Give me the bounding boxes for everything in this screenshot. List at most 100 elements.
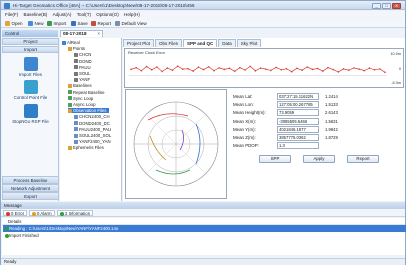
tree-item-label: Sync Loop — [73, 95, 94, 101]
satellite-track-5 — [179, 129, 184, 151]
clock-error-point — [140, 69, 143, 72]
message-row[interactable]: Reading : C:\Users\1\Desktop\New\YANF\YA… — [3, 225, 406, 232]
stopngo-rsp-file-button[interactable]: StopNGo RSP File — [2, 104, 59, 124]
tree-item[interactable]: CHCN2400_CH — [74, 114, 110, 119]
report-result-button[interactable]: Report — [347, 155, 379, 163]
spp-field-value[interactable]: 127:05:00.267785 — [277, 101, 319, 109]
process-baseline-button[interactable]: Process Baseline — [2, 176, 59, 184]
sky-plot — [133, 101, 219, 187]
information-filter-tab[interactable]: 2 Information — [57, 210, 94, 216]
tab-project-plot[interactable]: Project Plot — [123, 39, 155, 47]
tree-item[interactable]: YANF2400_YAN — [74, 139, 111, 144]
spp-field-value[interactable]: 4021846.1877 — [277, 125, 319, 133]
doc-tab[interactable]: 08-17-2018 × — [60, 30, 103, 37]
menu-help[interactable]: Help(H) — [124, 11, 140, 19]
apply-button[interactable]: Apply — [303, 155, 335, 163]
spp-field-value[interactable]: 037:27:15.11622N — [277, 93, 319, 100]
error-filter-tab[interactable]: 0 Error — [3, 210, 28, 216]
spp-field-value[interactable]: 3857775.0362 — [277, 134, 319, 141]
tree-item[interactable]: CHCN — [74, 52, 91, 57]
clock-error-plot — [129, 65, 387, 76]
menu-baseline[interactable]: Baseline(B) — [24, 11, 48, 19]
tab-obs-files[interactable]: Obs Files — [155, 39, 183, 47]
clock-error-point — [207, 66, 210, 68]
tree-item[interactable]: PAUU — [74, 65, 91, 70]
file-icon — [74, 59, 78, 64]
alarm-filter-tab[interactable]: 0 Alarm — [29, 210, 55, 216]
tree-item-label: Ephemeris Files — [73, 145, 104, 151]
tree-item-label: Repeat Baseline — [73, 89, 105, 95]
tree-item[interactable]: PAUU2400_PAU — [74, 127, 111, 132]
export-button[interactable]: Export — [2, 192, 59, 200]
file-icon — [74, 65, 78, 70]
project-button[interactable]: Project — [2, 38, 59, 45]
message-row[interactable]: Import Finished — [3, 232, 406, 239]
menu-file[interactable]: File(F) — [5, 11, 18, 19]
folder-icon — [68, 90, 72, 95]
control-point-file-button[interactable]: Control Point File — [2, 80, 59, 100]
spp-field-value[interactable]: 1.3 — [277, 142, 319, 150]
tab-sky-plot[interactable]: Sky Plot — [236, 39, 262, 47]
spp-field-value[interactable]: 73.9059 — [277, 109, 319, 117]
spp-field-label: Mean PDOP: — [233, 143, 259, 149]
tree-item[interactable]: SOUL2400_SOL — [74, 133, 111, 138]
tree-item[interactable]: Baselines — [68, 83, 92, 88]
open-button[interactable]: Open — [5, 20, 23, 27]
doc-tab-close-icon[interactable]: × — [97, 31, 100, 37]
menu-tool[interactable]: Tool(T) — [77, 11, 91, 19]
tree-item[interactable]: DOND2400_DC — [74, 121, 110, 126]
clock-error-point — [150, 68, 153, 71]
tree-item[interactable]: Sync Loop — [68, 96, 93, 101]
import-section-button[interactable]: Import — [2, 46, 59, 53]
report-button[interactable]: Report — [91, 20, 111, 27]
clock-error-point — [176, 65, 179, 67]
tree-item[interactable]: AlReal — [62, 40, 80, 45]
spp-field-row: Mean Lon: 127:05:00.267785 1.5133 — [233, 101, 403, 109]
import-files-button[interactable]: Import Files — [2, 57, 59, 77]
network-adjustment-button[interactable]: Network Adjustment — [2, 184, 59, 192]
tree-item[interactable]: YANF — [74, 77, 90, 82]
menu-options[interactable]: Options(O) — [96, 11, 118, 19]
y-mid-label: 0 — [398, 67, 401, 71]
clock-error-point — [145, 65, 148, 68]
control-panel-header: Control — [2, 30, 58, 37]
clock-error-point — [182, 68, 184, 70]
import-button[interactable]: Import — [47, 20, 66, 27]
tree-item-label: AlReal — [67, 40, 80, 45]
menu-adjust[interactable]: Adjust(A) — [53, 11, 72, 19]
message-filter-tabs: 0 Error 0 Alarm 2 Information — [1, 209, 405, 217]
tree-item[interactable]: Repeat Baseline — [68, 90, 105, 95]
maximize-button[interactable]: □ — [382, 2, 391, 9]
clock-error-point — [244, 69, 246, 71]
spp-field-label: Mean Lon: — [233, 102, 254, 108]
default-view-button[interactable]: Default View — [115, 20, 147, 27]
clock-error-point — [301, 69, 303, 72]
tree-item[interactable]: Async Loop — [68, 102, 95, 107]
details-column-header: Details — [2, 218, 405, 225]
clock-error-point — [280, 68, 283, 71]
minimize-button[interactable]: _ — [372, 2, 381, 9]
save-button[interactable]: Save — [71, 20, 88, 27]
info-icon — [4, 226, 9, 231]
clock-error-point — [254, 70, 257, 72]
spp-field-sigma: 2.6143 — [325, 110, 338, 116]
spp-field-row: Mean X(m): -3085505.5466 1.5631 — [233, 117, 403, 125]
toolbar: Open New Import Save Report Default View — [1, 19, 405, 28]
tree-item-label: Baselines — [73, 83, 92, 89]
clock-error-point — [166, 67, 169, 69]
spp-button[interactable]: SPP — [259, 155, 291, 163]
new-button[interactable]: New — [28, 20, 44, 27]
file-icon — [74, 133, 78, 138]
tree-item[interactable]: DOND — [74, 59, 92, 64]
tree-item[interactable]: Points — [68, 46, 85, 51]
clock-error-point — [156, 66, 158, 68]
close-button[interactable]: ✕ — [392, 2, 401, 9]
tree-item[interactable]: Ephemeris Files — [68, 145, 104, 150]
tab-data[interactable]: Data — [218, 39, 236, 47]
spp-field-value[interactable]: -3085505.5466 — [277, 117, 319, 125]
folder-icon — [68, 46, 72, 51]
tree-item[interactable]: SOUL — [74, 71, 91, 76]
sky-plot-panel — [125, 89, 227, 199]
tree-item[interactable]: Observation Files — [68, 108, 110, 114]
tab-spp-and-qc[interactable]: SPP and QC — [183, 39, 218, 47]
